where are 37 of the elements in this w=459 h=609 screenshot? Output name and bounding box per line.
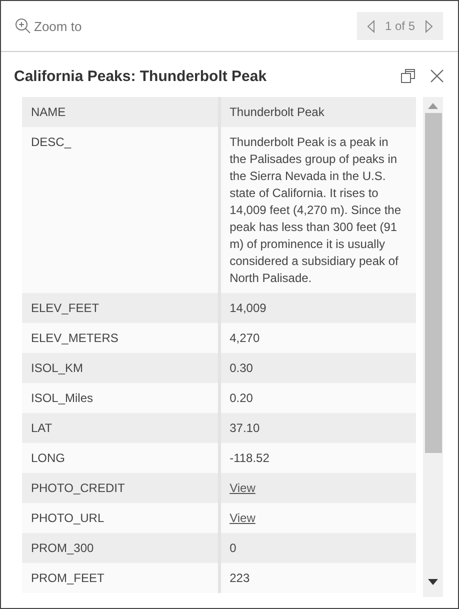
field-name-cell: PROM_300: [22, 533, 220, 563]
field-name-cell: DESC_: [22, 127, 220, 293]
popup-title: California Peaks: Thunderbolt Peak: [14, 68, 268, 84]
field-value-cell: -118.52: [219, 443, 416, 473]
field-value-cell: 4,270: [219, 323, 416, 353]
field-name-cell: ELEV_METERS: [22, 323, 220, 353]
scrollbar[interactable]: [423, 97, 443, 597]
field-value-cell: 0.30: [219, 353, 416, 383]
field-name-cell: NAME: [22, 97, 220, 127]
zoom-in-icon: [15, 18, 31, 34]
dock-button[interactable]: [400, 68, 416, 84]
field-name-cell: PHOTO_URL: [22, 503, 220, 533]
field-value-cell: 0: [219, 533, 416, 563]
field-name-cell: ISOL_KM: [22, 353, 220, 383]
field-value-cell: 37.10: [219, 413, 416, 443]
field-value-cell: Thunderbolt Peak: [219, 97, 416, 127]
field-name-cell: LAT: [22, 413, 220, 443]
field-name-cell: PROM_FEET: [22, 563, 220, 593]
field-value-cell: 14,009: [219, 293, 416, 323]
dock-icon: [400, 68, 416, 84]
field-name-cell: ISOL_Miles: [22, 383, 220, 413]
field-name-cell: ELEV_FEET: [22, 293, 220, 323]
field-value-cell: Thunderbolt Peak is a peak in the Palisades group of peaks in the Sierra Nevada in the U.S. state of California. It rises to 14,009 feet (4,270 m). Since the peak has less than 300 feet (91 m) of prominence it is usually considered a subsidiary peak of North Palisade.: [219, 127, 416, 293]
left-triangle-icon: [366, 20, 375, 32]
close-button[interactable]: [430, 69, 444, 83]
view-link[interactable]: View: [230, 511, 256, 525]
view-link[interactable]: View: [230, 481, 256, 495]
scroll-up-icon: [428, 103, 438, 109]
field-name-cell: LONG: [22, 443, 220, 473]
zoom-to-button[interactable]: Zoom to: [15, 18, 82, 34]
right-triangle-icon: [425, 20, 433, 32]
field-value-cell: 0.20: [219, 383, 416, 413]
close-icon: [430, 69, 444, 83]
page-counter: 1 of 5: [384, 19, 415, 33]
scroll-down-icon: [428, 579, 438, 585]
field-name-cell: PHOTO_CREDIT: [22, 473, 220, 503]
field-value-cell: 223: [219, 563, 416, 593]
